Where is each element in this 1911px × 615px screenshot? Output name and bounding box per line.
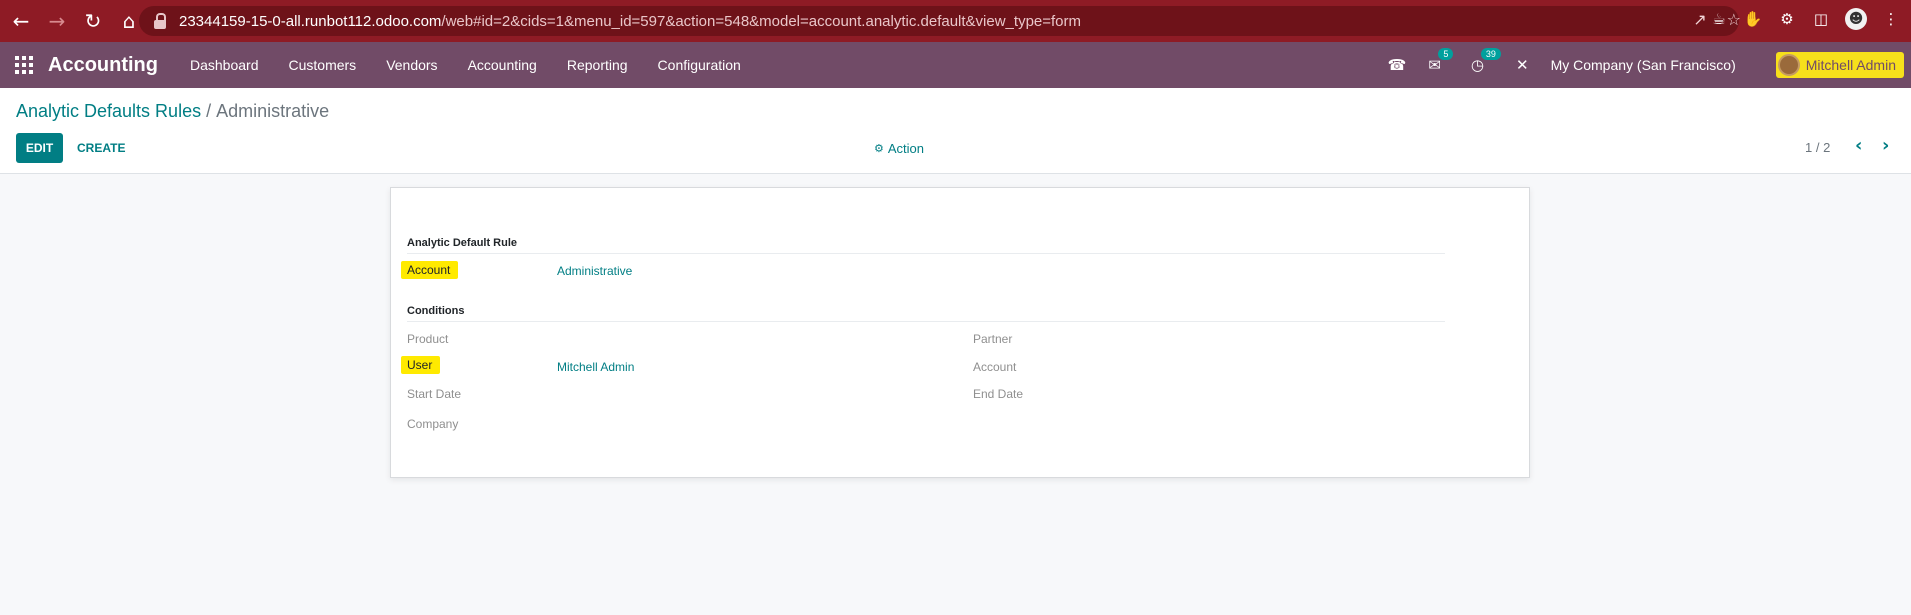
user-label: User: [401, 356, 441, 374]
app-name[interactable]: Accounting: [48, 54, 158, 77]
create-button[interactable]: CREATE: [77, 141, 125, 155]
messages-icon[interactable]: ✉ 5: [1428, 48, 1454, 74]
end-date-label: End Date: [973, 387, 1024, 401]
company-label: Company: [407, 417, 459, 431]
menu-dashboard[interactable]: Dashboard: [190, 57, 259, 73]
breadcrumb-separator: /: [206, 101, 212, 121]
control-panel: Analytic Defaults Rules / Administrative E…: [0, 88, 1911, 174]
menu-customers[interactable]: Customers: [289, 57, 357, 73]
breadcrumb-current: Administrative: [216, 101, 330, 121]
group-divider: [407, 253, 1445, 254]
apps-menu-icon[interactable]: [15, 56, 33, 74]
share-icon[interactable]: ↗: [1693, 10, 1706, 29]
user-value[interactable]: Mitchell Admin: [557, 360, 634, 374]
product-label: Product: [407, 332, 449, 346]
company-switcher[interactable]: My Company (San Francisco): [1551, 57, 1736, 73]
more-vert-icon[interactable]: ⋮: [1881, 9, 1901, 29]
start-date-label: Start Date: [407, 387, 462, 401]
menu-configuration[interactable]: Configuration: [658, 57, 741, 73]
gear-icon: ⚙: [874, 142, 884, 155]
account-value[interactable]: Administrative: [557, 264, 632, 278]
lock-icon: [153, 13, 167, 29]
forward-arrow-icon[interactable]: →: [42, 6, 72, 36]
menu-reporting[interactable]: Reporting: [567, 57, 628, 73]
main-navbar: Accounting Dashboard Customers Vendors A…: [0, 42, 1911, 88]
activities-badge: 39: [1480, 48, 1501, 60]
user-menu[interactable]: Mitchell Admin: [1775, 52, 1904, 78]
activities-clock-icon[interactable]: ◷ 39: [1471, 48, 1501, 74]
group-divider: [407, 321, 1445, 322]
menu-vendors[interactable]: Vendors: [386, 57, 437, 73]
puzzle-icon[interactable]: ⚙: [1777, 9, 1797, 29]
partner-label: Partner: [973, 332, 1013, 346]
extension-icon[interactable]: ☕: [1709, 9, 1729, 29]
action-dropdown[interactable]: ⚙ Action: [874, 141, 924, 156]
debug-tools-icon[interactable]: ✕: [1516, 56, 1529, 74]
breadcrumb: Analytic Defaults Rules / Administrative: [16, 101, 329, 122]
condition-account-label: Account: [973, 360, 1017, 374]
url-host: 23344159-15-0-all.runbot112.odoo.com: [179, 12, 442, 30]
reload-icon[interactable]: ↻: [78, 6, 108, 36]
address-bar[interactable]: 23344159-15-0-all.runbot112.odoo.com/web…: [139, 6, 1739, 36]
sidebar-icon[interactable]: ◫: [1811, 9, 1831, 29]
pager-value[interactable]: 1 / 2: [1805, 140, 1830, 155]
user-name: Mitchell Admin: [1805, 57, 1896, 73]
account-label: Account: [401, 261, 459, 279]
group-title-conditions: Conditions: [407, 305, 465, 317]
action-label: Action: [887, 141, 925, 156]
phone-icon[interactable]: ☎: [1388, 56, 1407, 74]
chevron-left-icon[interactable]: ‹: [1855, 135, 1862, 156]
group-title-rule: Analytic Default Rule: [407, 237, 518, 249]
breadcrumb-parent[interactable]: Analytic Defaults Rules: [16, 101, 201, 121]
chevron-right-icon[interactable]: ›: [1882, 135, 1889, 156]
avatar: [1777, 54, 1800, 76]
url-path: /web#id=2&cids=1&menu_id=597&action=548&…: [441, 12, 1082, 30]
menu-accounting[interactable]: Accounting: [468, 57, 537, 73]
url-text[interactable]: 23344159-15-0-all.runbot112.odoo.com/web…: [179, 13, 1081, 30]
hand-extension-icon[interactable]: ✋: [1743, 9, 1763, 29]
edit-button[interactable]: EDIT: [16, 133, 63, 163]
back-arrow-icon[interactable]: ←: [6, 6, 36, 36]
browser-toolbar: ← → ↻ ⌂ 23344159-15-0-all.runbot112.odoo…: [0, 0, 1911, 42]
form-sheet: Analytic Default Rule Account Administra…: [390, 187, 1530, 478]
profile-icon[interactable]: ☻: [1845, 8, 1867, 30]
messages-badge: 5: [1438, 48, 1454, 60]
